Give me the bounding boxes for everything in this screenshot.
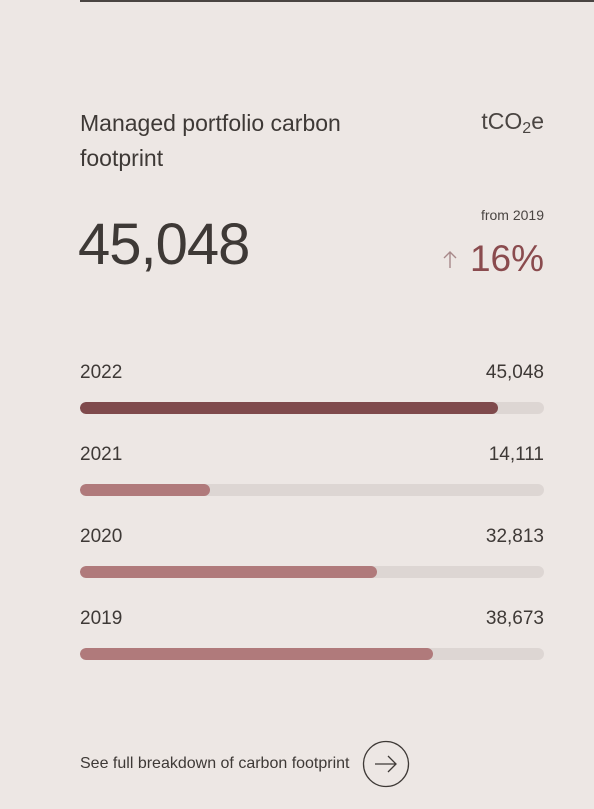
year-row: 2022 45,048 — [80, 360, 544, 442]
arrow-up-icon — [443, 251, 457, 268]
year-label: 2020 — [80, 526, 123, 547]
year-value: 38,673 — [485, 608, 544, 629]
unit-subscript: 2 — [522, 120, 532, 137]
year-value: 45,048 — [485, 362, 544, 383]
change-indicator: 16% — [442, 236, 544, 282]
bar-fill — [80, 648, 433, 660]
bar-track — [80, 566, 544, 578]
bar-fill — [80, 402, 498, 414]
full-breakdown-link[interactable]: See full breakdown of carbon footprint — [80, 740, 410, 788]
card-title: Managed portfolio carbon footprint — [80, 110, 341, 171]
bar-fill — [80, 566, 377, 578]
year-row: 2020 32,813 — [80, 524, 544, 606]
year-row: 2019 38,673 — [80, 606, 544, 688]
circle-arrow-right-icon[interactable] — [362, 740, 410, 788]
bar-track — [80, 648, 544, 660]
change-period-label: from 2019 — [480, 207, 544, 223]
change-value: 16% — [469, 238, 544, 279]
bar-track — [80, 484, 544, 496]
unit-suffix: e — [531, 108, 544, 134]
headline-value: 45,048 — [78, 212, 250, 277]
unit-label: tCO2e — [481, 108, 544, 138]
full-breakdown-link-label: See full breakdown of carbon footprint — [80, 755, 350, 772]
top-divider — [80, 0, 594, 2]
year-value: 14,111 — [488, 444, 544, 465]
year-label: 2021 — [80, 444, 123, 465]
year-label: 2019 — [80, 608, 123, 629]
bar-track — [80, 402, 544, 414]
year-label: 2022 — [80, 362, 123, 383]
year-row: 2021 14,111 — [80, 442, 544, 524]
unit-prefix: tCO — [481, 108, 523, 134]
bar-fill — [80, 484, 210, 496]
year-bars: 2022 45,048 2021 14,111 2020 32,813 2019… — [80, 360, 544, 688]
year-value: 32,813 — [485, 526, 544, 547]
